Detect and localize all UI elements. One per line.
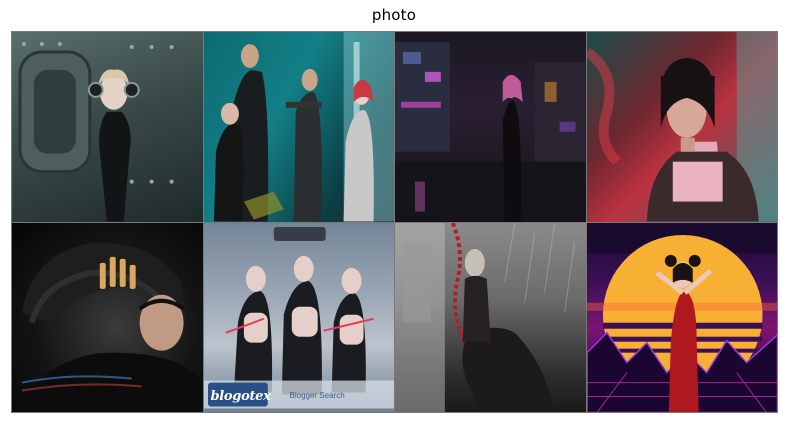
photo-tile-8 (586, 222, 777, 412)
photo-tile-5 (12, 222, 203, 412)
blogotex-logo: blogotex (210, 389, 271, 404)
photo-tile-3-image (395, 41, 586, 222)
photo-tile-8-image (586, 222, 777, 412)
photo-tile-7-image (395, 222, 576, 412)
photo-tile-6: blogotex Blogger Search (203, 222, 394, 412)
photo-tile-6-image (203, 222, 394, 412)
photo-tile-4 (586, 32, 777, 222)
figure-title: photo (371, 6, 417, 24)
photo-tile-5-image (12, 242, 203, 412)
photo-tile-1-image (18, 41, 174, 222)
blogger-search-caption: Blogger Search (289, 391, 345, 400)
photo-grid: blogotex Blogger Search (11, 31, 778, 413)
photo-tile-2 (203, 32, 394, 222)
photo-tile-7 (395, 222, 586, 412)
photo-tile-1 (12, 32, 203, 222)
photo-tile-3 (395, 32, 586, 222)
photo-tile-2-image (213, 32, 394, 222)
photo-tile-4-image (586, 32, 777, 222)
